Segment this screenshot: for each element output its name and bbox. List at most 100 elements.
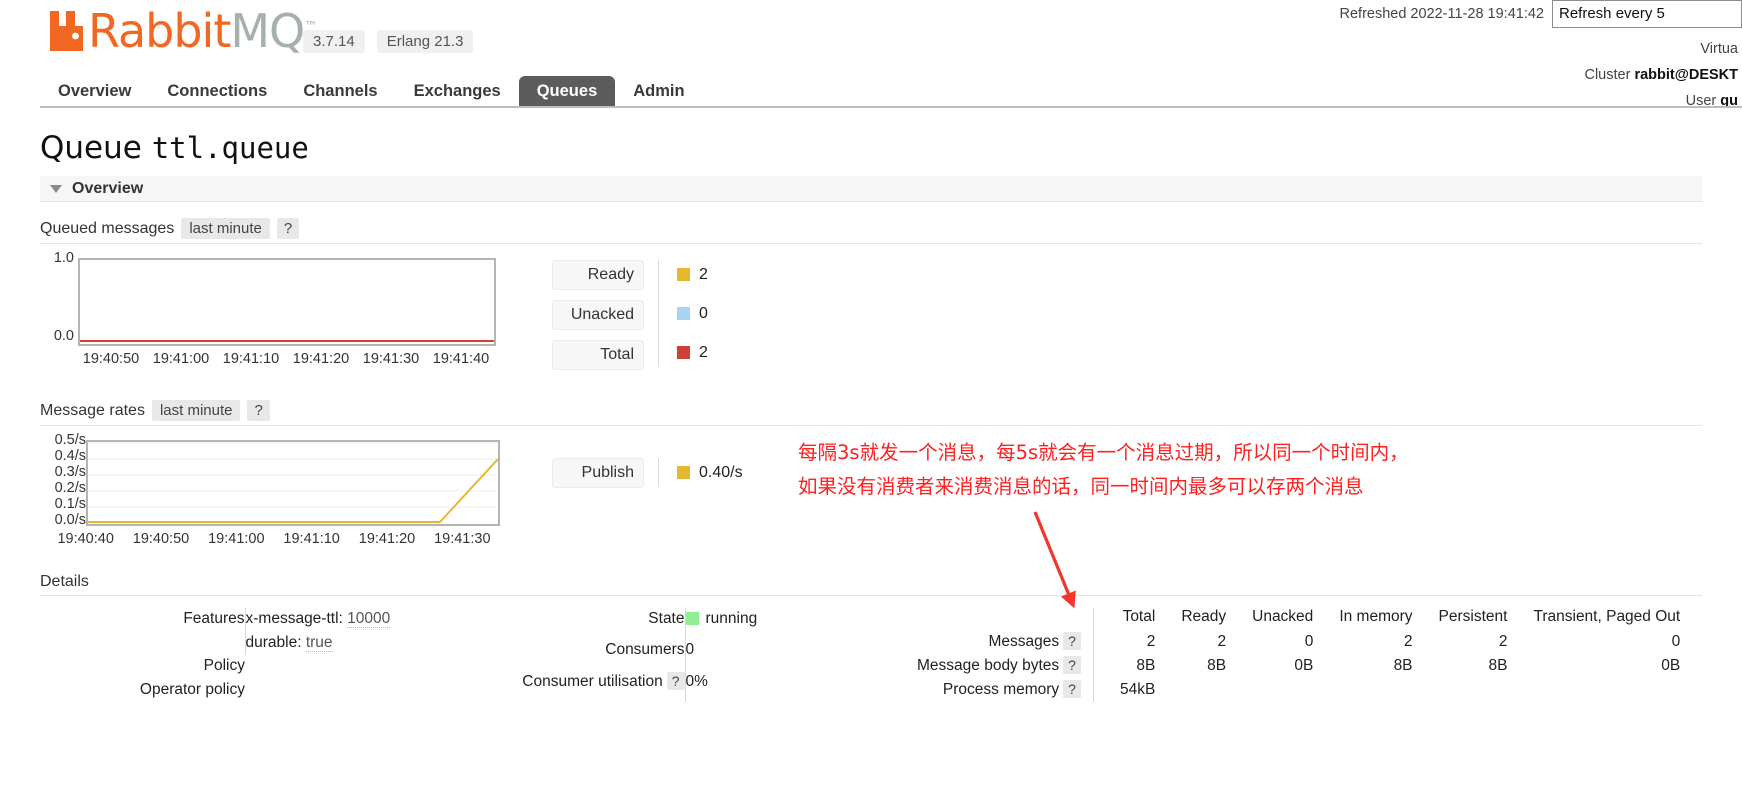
stats-cell: 8B [1092, 654, 1156, 678]
stats-cell [1313, 678, 1412, 702]
message-rates-legend-name[interactable]: Publish [552, 458, 644, 488]
stats-cell: 0 [1304, 633, 1314, 650]
rabbitmq-logo[interactable]: RabbitMQ™ [46, 8, 317, 54]
feature-arg-name: durable: [245, 633, 306, 651]
message-rates-plot-wrap: 0.5/s 0.4/s 0.3/s 0.2/s 0.1/s 0.0/s 19:40:40 1… [40, 432, 500, 547]
stats-cell: 8B [1207, 657, 1227, 674]
queued-messages-plot-wrap: 1.0 0.0 19:40:50 19:41:00 19:41:10 19:41:20… [40, 250, 500, 367]
stats-cell [1155, 678, 1226, 702]
state-row: Consumer utilisation? 0% [455, 670, 875, 702]
message-rates-x-tick: 19:41:20 [358, 531, 416, 547]
queued-messages-legend-value: 2 [677, 260, 708, 289]
tab-queues[interactable]: Queues [518, 76, 616, 108]
queued-messages-legend-name[interactable]: Total [552, 340, 644, 370]
refresh-interval-select[interactable]: Refresh every 5 [1552, 0, 1742, 28]
message-rates-ytick: 0.4/s [54, 448, 86, 464]
state-row-key: Consumer utilisation? [455, 671, 685, 702]
help-icon[interactable]: ? [1063, 656, 1081, 674]
collapse-caret-icon [50, 184, 62, 193]
features-row: Features x-message-ttl: 10000 [40, 608, 455, 632]
state-row: Consumers 0 [455, 639, 875, 671]
state-row: State running [455, 608, 875, 640]
version-badges: 3.7.14 Erlang 21.3 [303, 30, 474, 53]
queued-messages-x-tick: 19:41:20 [292, 351, 350, 367]
virtual-host-label: Virtua [1700, 41, 1738, 57]
stats-cell [1413, 678, 1508, 702]
message-rates-x-tick: 19:40:40 [57, 531, 114, 547]
state-row-value: 0% [684, 670, 875, 702]
help-icon[interactable]: ? [1063, 680, 1081, 698]
help-icon[interactable]: ? [1063, 632, 1081, 650]
queued-messages-xaxis: 19:40:50 19:41:00 19:41:10 19:41:20 19:41:30… [76, 351, 500, 367]
queued-messages-legend-number: 2 [699, 265, 708, 283]
rabbitmq-management-page: RabbitMQ™ 3.7.14 Erlang 21.3 Refreshed 2… [0, 0, 1742, 787]
virtual-host-row: Virtua [1340, 36, 1742, 62]
stats-row-label: Messages? [917, 630, 1093, 654]
message-rates-legend-value: 0.40/s [677, 458, 743, 487]
help-icon[interactable]: ? [666, 671, 685, 690]
main-navigation: Overview Connections Channels Exchanges Queu… [0, 76, 1742, 108]
features-row: Policy [40, 655, 455, 679]
message-rates-help-icon[interactable]: ? [247, 400, 270, 421]
stats-column-header: Ready [1181, 608, 1227, 625]
queued-messages-period-pill[interactable]: last minute [181, 218, 270, 239]
queued-messages-legend-number: 2 [699, 343, 708, 361]
overview-section-header[interactable]: Overview [40, 176, 1702, 202]
message-rates-xaxis: 19:40:40 19:40:50 19:41:00 19:41:10 19:41:20… [48, 531, 500, 547]
queued-messages-legend-name[interactable]: Ready [552, 260, 644, 290]
features-row-value: durable: true [244, 631, 455, 655]
page-title-queue-name: ttl.queue [151, 131, 309, 165]
queued-messages-x-tick: 19:41:00 [152, 351, 210, 367]
page-title: Queue ttl.queue [40, 130, 1742, 166]
features-row: durable: true [40, 631, 455, 656]
stats-cell: 0B [1294, 657, 1314, 674]
state-row-key: Consumers [605, 641, 685, 659]
tab-exchanges[interactable]: Exchanges [396, 76, 519, 108]
queued-messages-legend-swatch-icon [677, 307, 690, 320]
features-row-key: Policy [203, 657, 245, 674]
details-section-header: Details [40, 573, 1702, 596]
stats-row: Message body bytes? 8B 8B 0B 8B 8B 0B [917, 654, 1680, 678]
features-row-value [245, 679, 455, 703]
message-rates-legend-swatch-icon [677, 466, 690, 479]
message-rates-ytick: 0.1/s [54, 496, 86, 512]
queued-messages-legend-swatch-icon [677, 346, 690, 359]
tab-overview[interactable]: Overview [40, 76, 149, 108]
refreshed-timestamp: Refreshed 2022-11-28 19:41:42 [1339, 6, 1545, 22]
feature-arg-value: 10000 [347, 610, 391, 628]
message-rates-label-row: Message rates last minute ? [40, 400, 1702, 426]
state-row-text: 0% [685, 672, 708, 690]
message-rates-legend-number: 0.40/s [699, 463, 743, 481]
stats-column-header: Total [1092, 608, 1156, 630]
stats-cell [1226, 678, 1313, 702]
features-row-key [40, 632, 245, 656]
queued-messages-legend-swatch-icon [677, 268, 690, 281]
features-row: Operator policy [40, 679, 455, 703]
queued-messages-help-icon[interactable]: ? [276, 218, 300, 239]
message-rates-period-pill[interactable]: last minute [151, 400, 241, 421]
message-rates-x-tick: 19:41:30 [434, 531, 491, 547]
message-rates-ytick: 0.3/s [54, 464, 86, 480]
state-row-text: running [705, 610, 758, 627]
server-version-badge: 3.7.14 [303, 30, 365, 53]
erlang-version-badge: Erlang 21.3 [376, 30, 474, 53]
queued-messages-series-svg [80, 340, 494, 342]
state-row-text: 0 [685, 641, 695, 659]
stats-cell: 0B [1661, 657, 1681, 674]
queued-messages-plot[interactable] [78, 258, 496, 346]
state-row-value: running [684, 608, 875, 640]
stats-cell: 2 [1217, 633, 1227, 650]
queued-messages-legend-name[interactable]: Unacked [552, 300, 644, 330]
features-row-value [245, 655, 455, 679]
tab-channels[interactable]: Channels [285, 76, 395, 108]
tab-admin[interactable]: Admin [615, 76, 702, 108]
overview-section-label: Overview [72, 179, 144, 197]
stats-cell: 2 [1403, 633, 1413, 650]
message-rates-plot[interactable] [86, 440, 500, 526]
page-title-prefix: Queue [40, 130, 142, 166]
message-rates-label: Message rates [40, 401, 145, 419]
tab-connections[interactable]: Connections [149, 76, 285, 108]
features-row-key: Features [183, 610, 245, 627]
stats-row-label: Process memory? [917, 678, 1093, 702]
queued-messages-x-tick: 19:41:10 [222, 351, 280, 367]
